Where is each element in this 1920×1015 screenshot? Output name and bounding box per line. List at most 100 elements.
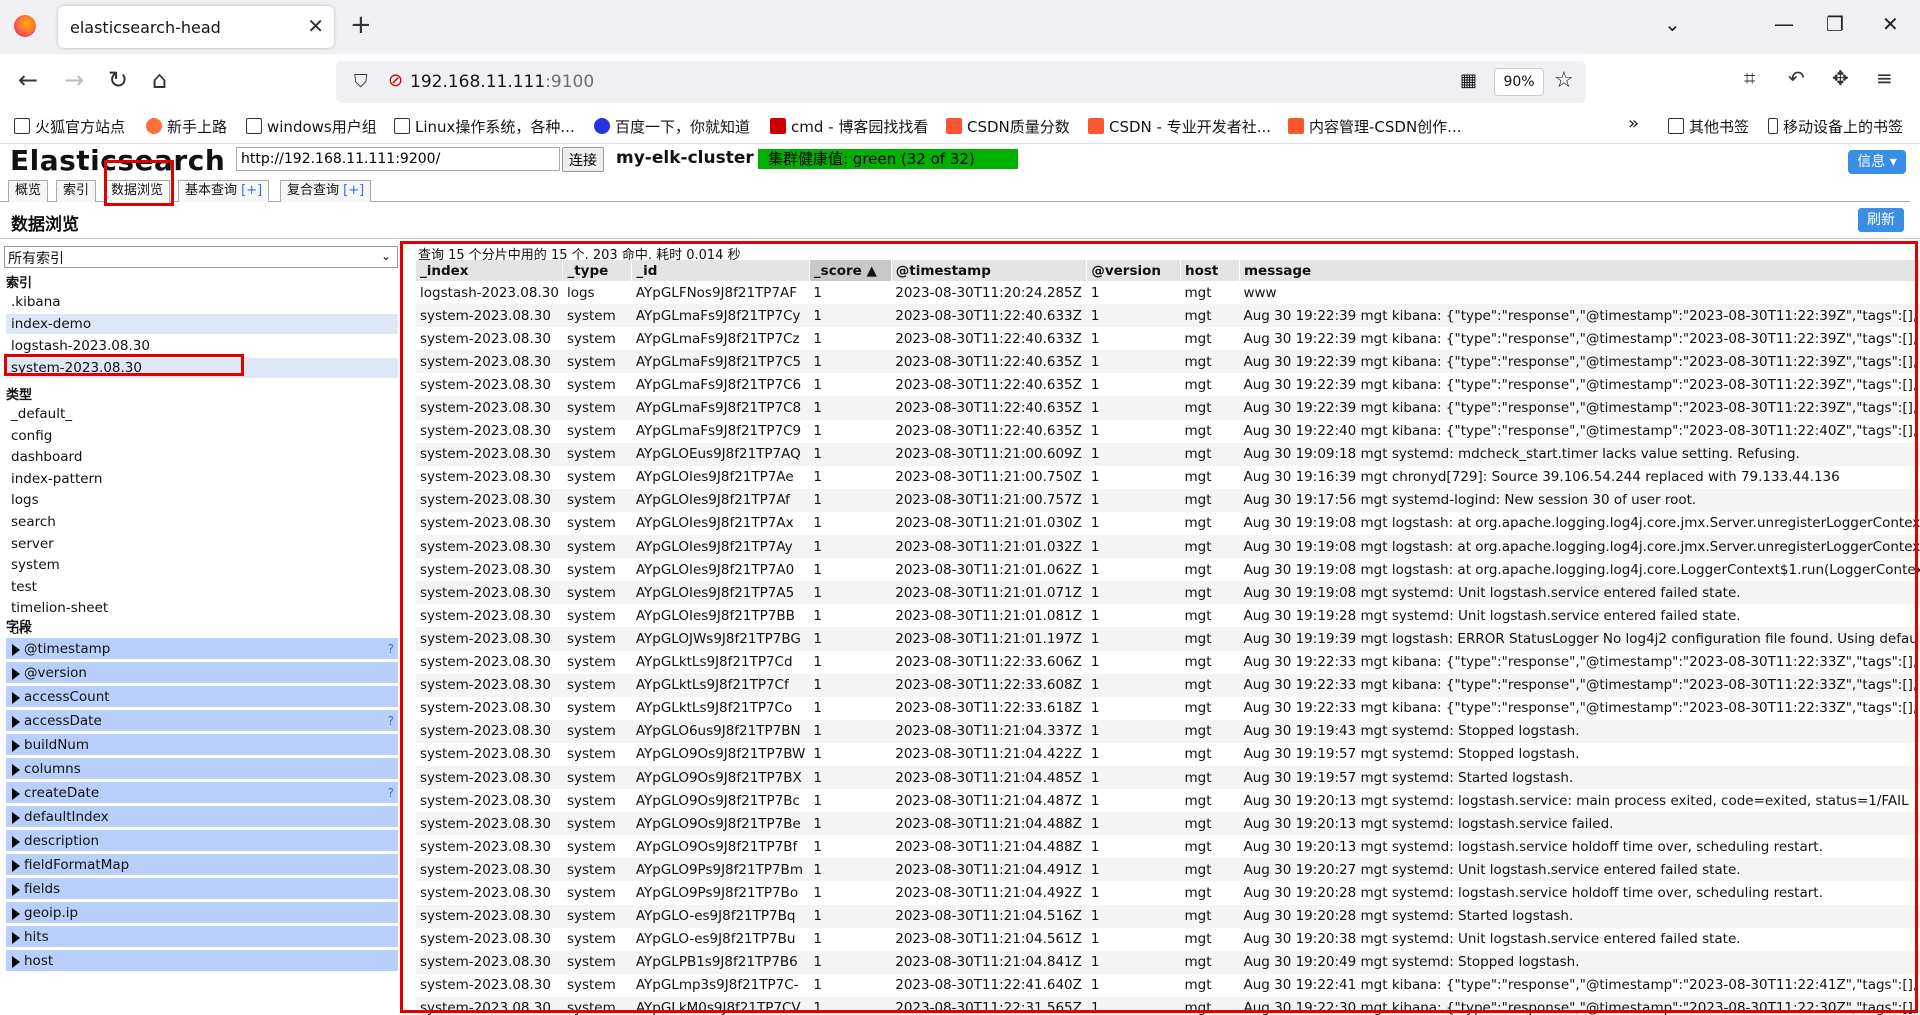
expand-triangle-icon[interactable] (12, 668, 20, 680)
bookmark-item[interactable]: CSDN质量分数 (946, 116, 1070, 137)
table-row[interactable]: system-2023.08.30 system AYpGLktLs9J8f21TP… (416, 673, 1920, 697)
restore-icon[interactable]: ❐ (1826, 12, 1844, 36)
table-row[interactable]: system-2023.08.30 system AYpGLO-es9J8f21TP… (416, 904, 1920, 928)
table-row[interactable]: system-2023.08.30 system AYpGLOJWs9J8f21TP… (416, 627, 1920, 651)
tab-compound-query[interactable]: 复合查询 [+] (280, 180, 372, 202)
table-row[interactable]: system-2023.08.30 system AYpGLmp3s9J8f21TP… (416, 974, 1920, 997)
table-row[interactable]: system-2023.08.30 system AYpGLmaFs9J8f21TP… (416, 420, 1920, 443)
table-row[interactable]: system-2023.08.30 system AYpGLOIes9J8f21TP… (416, 581, 1920, 605)
sidebar-field-row[interactable]: columns (6, 758, 398, 780)
sidebar-field-row[interactable]: createDate? (6, 782, 398, 804)
table-row[interactable]: system-2023.08.30 system AYpGLOIes9J8f21TP… (416, 558, 1920, 581)
index-select[interactable]: 所有索引 ⌄ (4, 246, 398, 268)
sidebar-index-item[interactable]: system-2023.08.30 (6, 358, 398, 378)
table-row[interactable]: system-2023.08.30 system AYpGLmaFs9J8f21TP… (416, 304, 1920, 328)
sidebar-type-item[interactable]: config (6, 426, 398, 446)
table-row[interactable]: system-2023.08.30 system AYpGLO9Os9J8f21TP… (416, 743, 1920, 766)
expand-triangle-icon[interactable] (12, 932, 20, 944)
sidebar-field-row[interactable]: defaultIndex (6, 806, 398, 828)
sidebar-field-row[interactable]: geoip.ip (6, 902, 398, 924)
column-header[interactable]: @version (1086, 260, 1181, 281)
table-row[interactable]: system-2023.08.30 system AYpGLktLs9J8f21TP… (416, 697, 1920, 720)
expand-triangle-icon[interactable] (12, 692, 20, 704)
home-icon[interactable]: ⌂ (152, 66, 167, 94)
sidebar-field-row[interactable]: host (6, 950, 398, 972)
table-row[interactable]: system-2023.08.30 system AYpGLO9Os9J8f21TP… (416, 812, 1920, 836)
bookmark-item[interactable]: cmd - 博客园找找看 (770, 116, 928, 137)
close-tab-icon[interactable]: ✕ (307, 14, 324, 38)
table-row[interactable]: system-2023.08.30 system AYpGLPB1s9J8f21TP… (416, 950, 1920, 974)
table-row[interactable]: system-2023.08.30 system AYpGLkM0s9J8f21TP… (416, 996, 1920, 1015)
bookmark-item[interactable]: 火狐官方站点 (14, 116, 125, 137)
column-header[interactable]: host (1180, 260, 1240, 281)
table-row[interactable]: system-2023.08.30 system AYpGLOIes9J8f21TP… (416, 604, 1920, 627)
expand-triangle-icon[interactable] (12, 644, 20, 656)
bookmark-item[interactable]: 新手上路 (146, 116, 227, 137)
undo-icon[interactable]: ↶ (1788, 66, 1805, 90)
sidebar-field-row[interactable]: @timestamp? (6, 638, 398, 660)
expand-triangle-icon[interactable] (12, 956, 20, 968)
forward-icon[interactable]: → (64, 66, 84, 94)
table-row[interactable]: system-2023.08.30 system AYpGLO9Os9J8f21TP… (416, 765, 1920, 790)
column-header[interactable]: _score ▲ (809, 260, 892, 281)
sidebar-type-item[interactable]: system (6, 555, 398, 575)
expand-triangle-icon[interactable] (12, 716, 20, 728)
table-row[interactable]: system-2023.08.30 system AYpGLO9Os9J8f21TP… (416, 835, 1920, 858)
help-icon[interactable]: ? (388, 782, 394, 804)
bookmark-item[interactable]: 移动设备上的书签 (1768, 116, 1903, 137)
sidebar-type-item[interactable]: test (6, 577, 398, 597)
close-window-icon[interactable]: ✕ (1882, 12, 1899, 36)
refresh-button[interactable]: 刷新 (1858, 208, 1904, 232)
sidebar-type-item[interactable]: logs (6, 490, 398, 510)
expand-triangle-icon[interactable] (12, 812, 20, 824)
table-row[interactable]: system-2023.08.30 system AYpGLmaFs9J8f21TP… (416, 327, 1920, 350)
bookmark-item[interactable]: 百度一下，你就知道 (594, 116, 750, 137)
url-bar[interactable]: ⛉ ⊘ 192.168.11.111:9100 ▦ 90% ☆ (336, 61, 1586, 103)
table-row[interactable]: system-2023.08.30 system AYpGLktLs9J8f21TP… (416, 651, 1920, 674)
table-row[interactable]: system-2023.08.30 system AYpGLOIes9J8f21TP… (416, 535, 1920, 559)
extensions-icon[interactable]: ✥ (1832, 66, 1849, 90)
table-row[interactable]: system-2023.08.30 system AYpGLOEus9J8f21TP… (416, 442, 1920, 466)
expand-triangle-icon[interactable] (12, 788, 20, 800)
column-header[interactable]: _type (562, 260, 633, 281)
table-row[interactable]: system-2023.08.30 system AYpGLOIes9J8f21TP… (416, 466, 1920, 489)
table-row[interactable]: system-2023.08.30 system AYpGLmaFs9J8f21TP… (416, 396, 1920, 420)
menu-icon[interactable]: ≡ (1876, 66, 1893, 90)
bookmark-item[interactable]: 内容管理-CSDN创作... (1288, 116, 1461, 137)
table-row[interactable]: system-2023.08.30 system AYpGLO9Ps9J8f21TP… (416, 858, 1920, 882)
bookmark-item[interactable]: CSDN - 专业开发者社... (1088, 116, 1271, 137)
bookmarks-overflow-icon[interactable]: » (1628, 113, 1639, 134)
table-row[interactable]: system-2023.08.30 system AYpGLOIes9J8f21TP… (416, 512, 1920, 535)
expand-triangle-icon[interactable] (12, 764, 20, 776)
column-header[interactable]: @timestamp (891, 260, 1088, 281)
table-row[interactable]: system-2023.08.30 system AYpGLO9Ps9J8f21TP… (416, 881, 1920, 904)
sidebar-field-row[interactable]: @version (6, 662, 398, 684)
connect-url-input[interactable] (236, 147, 560, 171)
tab-data-browse[interactable]: 数据浏览 (104, 180, 171, 203)
expand-triangle-icon[interactable] (12, 884, 20, 896)
sidebar-field-row[interactable]: hits (6, 926, 398, 948)
expand-triangle-icon[interactable] (12, 860, 20, 872)
sidebar-type-item[interactable]: search (6, 512, 398, 532)
tab-basic-query[interactable]: 基本查询 [+] (178, 180, 270, 202)
sidebar-field-row[interactable]: fields (6, 878, 398, 900)
sidebar-field-row[interactable]: accessDate? (6, 710, 398, 732)
reload-icon[interactable]: ↻ (108, 66, 128, 94)
bookmark-item[interactable]: Linux操作系统，各种... (394, 116, 575, 137)
table-row[interactable]: system-2023.08.30 system AYpGLO-es9J8f21TP… (416, 928, 1920, 951)
expand-triangle-icon[interactable] (12, 836, 20, 848)
table-row[interactable]: logstash-2023.08.30 logs AYpGLFNos9J8f21TP… (416, 281, 1920, 304)
tab-indices[interactable]: 索引 (56, 180, 97, 202)
sidebar-field-row[interactable]: fieldFormatMap (6, 854, 398, 876)
crop-icon[interactable]: ⌗ (1744, 66, 1755, 90)
qr-code-icon[interactable]: ▦ (1460, 70, 1477, 91)
help-icon[interactable]: ? (388, 710, 394, 732)
expand-triangle-icon[interactable] (12, 908, 20, 920)
sidebar-index-item[interactable]: logstash-2023.08.30 (6, 336, 398, 356)
back-icon[interactable]: ← (18, 66, 38, 94)
tab-overview[interactable]: 概览 (8, 180, 49, 202)
column-header[interactable]: _index (416, 260, 564, 281)
table-row[interactable]: system-2023.08.30 system AYpGLmaFs9J8f21TP… (416, 350, 1920, 374)
info-dropdown-button[interactable]: 信息 ▾ (1848, 150, 1906, 174)
shield-icon[interactable]: ⛉ (354, 71, 368, 92)
